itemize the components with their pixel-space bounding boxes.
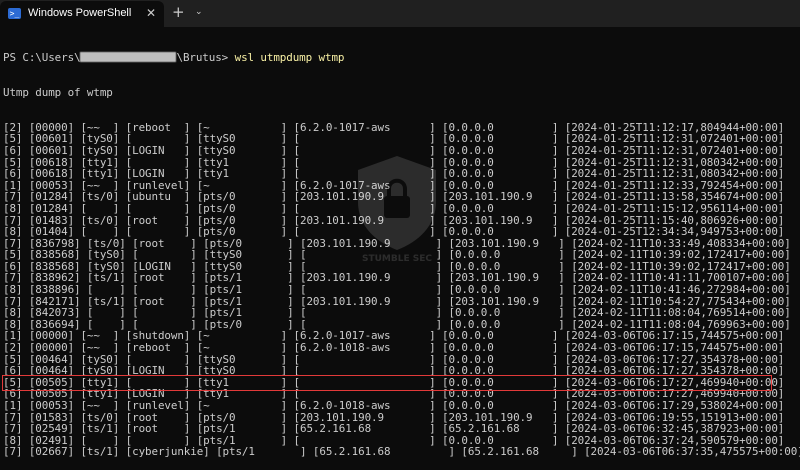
redacted-username xyxy=(80,52,177,63)
watermark-label: STUMBLE SEC xyxy=(362,254,432,264)
utmp-record-row: [7] [02549] [ts/1] [root ] [pts/1 ] [65.… xyxy=(3,422,785,436)
prompt-prefix: PS C:\Users\ xyxy=(3,51,81,65)
utmp-record-row: [2] [00000] [~~ ] [reboot ] [~ ] [6.2.0-… xyxy=(3,341,785,355)
close-icon[interactable]: ✕ xyxy=(146,6,156,20)
prompt-line: PS C:\Users\ \Brutus> wsl utmpdump wtmp xyxy=(3,52,800,64)
command-text: wsl utmpdump wtmp xyxy=(234,51,345,65)
utmp-record-row: [7] [02667] [ts/1] [cyberjunkie] [pts/1 … xyxy=(3,445,800,459)
chevron-down-icon[interactable]: ⌄ xyxy=(195,7,203,17)
utmp-record-row: [1] [00053] [~~ ] [runlevel] [~ ] [6.2.0… xyxy=(3,399,785,412)
title-bar: >_ Windows PowerShell ✕ + ⌄ xyxy=(0,0,800,27)
watermark-logo: STUMBLE SEC xyxy=(348,152,446,276)
utmp-record-row: [8] [02491] [ ] [ ] [pts/1 ] [ ] [0.0.0.… xyxy=(3,433,785,447)
shield-icon xyxy=(358,156,436,250)
utmp-record-row: [8] [838896] [ ] [ ] [pts/1 ] [ ] [0.0.0… xyxy=(3,283,791,297)
tab-windows-powershell[interactable]: >_ Windows PowerShell ✕ xyxy=(0,1,164,27)
new-tab-icon[interactable]: + xyxy=(172,3,185,21)
prompt-suffix: \Brutus> xyxy=(176,51,235,65)
output-header: Utmp dump of wtmp xyxy=(3,85,113,99)
tab-title: Windows PowerShell xyxy=(28,7,132,19)
highlighted-row-box xyxy=(2,375,772,391)
powershell-icon: >_ xyxy=(8,8,21,19)
